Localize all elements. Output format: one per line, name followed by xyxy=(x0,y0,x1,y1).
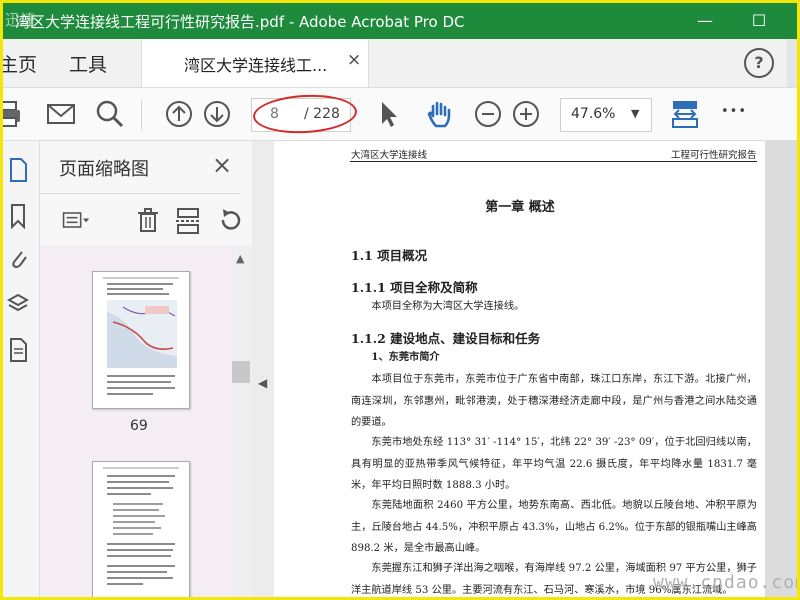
scroll-up-icon[interactable]: ▲ xyxy=(236,252,244,265)
pdf-page: 大湾区大学连接线 工程可行性研究报告 第一章 概述 1.1 项目概况 1.1.1… xyxy=(275,141,765,597)
paragraph: 本项目位于东莞市，东莞市位于广东省中南部，珠江口东岸，东江下游。北接广州，南连深… xyxy=(351,374,757,428)
title-bar: 迅捷 湾区大学连接线工程可行性研究报告.pdf - Adobe Acrobat … xyxy=(3,3,797,39)
split-page-icon[interactable] xyxy=(174,206,202,234)
toolbar-divider xyxy=(141,100,142,130)
zoom-in-icon[interactable] xyxy=(510,98,542,130)
page-header-right: 工程可行性研究报告 xyxy=(671,150,757,161)
header-rule xyxy=(350,161,757,162)
tab-bar: 主页 工具 湾区大学连接线工... × ? xyxy=(3,39,797,88)
zoom-level-dropdown[interactable]: 47.6% ▼ xyxy=(560,98,652,132)
panel-close-button[interactable]: × xyxy=(212,151,232,179)
tab-close-button[interactable]: × xyxy=(347,50,361,70)
app-window: 迅捷 湾区大学连接线工程可行性研究报告.pdf - Adobe Acrobat … xyxy=(0,0,800,600)
toolbar: 8 / 228 47.6% ▼ ••• xyxy=(3,88,797,141)
thumbnail-list: 69 xyxy=(40,246,232,597)
delete-page-icon[interactable] xyxy=(134,206,162,234)
thumbnail-page-preview xyxy=(103,277,179,395)
hand-tool-icon[interactable] xyxy=(423,98,455,130)
thumbnail-options-icon[interactable] xyxy=(62,206,90,234)
more-options-icon[interactable]: ••• xyxy=(721,104,747,119)
tab-tools[interactable]: 工具 xyxy=(69,50,107,77)
email-icon[interactable] xyxy=(45,98,77,130)
thumbnail-page-number: 69 xyxy=(130,418,148,434)
scrollbar-thumb[interactable] xyxy=(232,361,250,383)
minimize-button[interactable]: — xyxy=(685,7,725,35)
chapter-heading: 第一章 概述 xyxy=(485,200,555,215)
thumbnail-page-preview-2 xyxy=(103,467,179,585)
page-thumbnail-70[interactable] xyxy=(92,461,190,597)
list-item-heading: 1、东莞市简介 xyxy=(371,351,440,363)
section-heading: 1.1 项目概况 xyxy=(351,248,428,263)
attachment-icon[interactable] xyxy=(7,246,29,272)
paragraph: 东莞陆地面积 2460 平方公里，地势东南高、西北低。地貌以丘陵台地、冲积平原为… xyxy=(351,500,757,554)
subsection-heading: 1.1.1 项目全称及简称 xyxy=(351,280,478,295)
page-thumbnails-icon[interactable] xyxy=(7,157,29,183)
panel-collapse-handle[interactable]: ◀ xyxy=(252,141,274,597)
previous-page-icon[interactable] xyxy=(163,98,195,130)
maximize-button[interactable]: ☐ xyxy=(739,7,779,35)
collapse-arrow-icon: ◀ xyxy=(258,376,268,390)
help-icon[interactable]: ? xyxy=(744,48,774,78)
select-cursor-icon[interactable] xyxy=(373,98,405,130)
document-view[interactable]: 大湾区大学连接线 工程可行性研究报告 第一章 概述 1.1 项目概况 1.1.1… xyxy=(275,141,797,597)
layers-icon[interactable] xyxy=(7,291,29,317)
search-icon[interactable] xyxy=(94,98,126,130)
site-watermark: www.cndao.com xyxy=(653,572,800,593)
print-icon[interactable] xyxy=(0,98,25,130)
page-thumbnail-69[interactable] xyxy=(92,271,190,409)
window-title: 湾区大学连接线工程可行性研究报告.pdf - Adobe Acrobat Pro… xyxy=(15,13,465,31)
zoom-out-icon[interactable] xyxy=(472,98,504,130)
paragraph: 本项目全称为大湾区大学连接线。 xyxy=(371,301,525,312)
tab-document[interactable]: 湾区大学连接线工... × xyxy=(141,39,369,87)
bookmark-icon[interactable] xyxy=(7,203,29,229)
next-page-icon[interactable] xyxy=(201,98,233,130)
fit-width-icon[interactable] xyxy=(669,98,701,130)
thumbnail-scrollbar[interactable]: ▲ xyxy=(232,246,252,597)
rotate-page-icon[interactable] xyxy=(216,206,244,234)
tab-scrollbar[interactable] xyxy=(787,39,797,87)
paragraph: 东莞市地处东经 113° 31′ -114° 15′，北纬 22° 39′ -2… xyxy=(351,437,757,491)
tab-document-label: 湾区大学连接线工... xyxy=(184,56,328,75)
tab-home[interactable]: 主页 xyxy=(3,50,37,77)
chevron-down-icon: ▼ xyxy=(631,107,640,120)
panel-title: 页面缩略图 xyxy=(59,159,149,180)
document-properties-icon[interactable] xyxy=(7,337,29,363)
thumbnail-panel: 页面缩略图 × 69 ▲ xyxy=(40,141,252,597)
page-header-left: 大湾区大学连接线 xyxy=(351,150,428,161)
zoom-level-value: 47.6% xyxy=(571,106,616,122)
panel-toolbar xyxy=(40,193,241,247)
subsection-heading: 1.1.2 建设地点、建设目标和任务 xyxy=(351,331,541,346)
left-navigation-strip xyxy=(3,141,40,597)
